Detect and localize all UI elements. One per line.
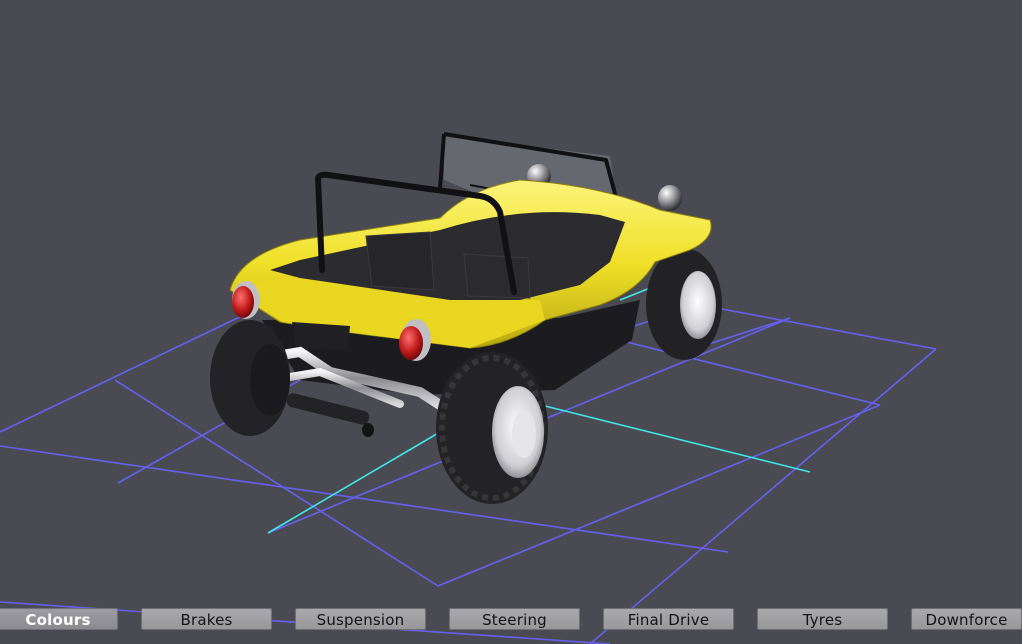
tab-suspension[interactable]: Suspension [295, 608, 426, 630]
tab-downforce[interactable]: Downforce [911, 608, 1022, 630]
3d-viewport[interactable] [0, 0, 1022, 644]
rear-right-wheel [646, 248, 722, 360]
front-left-wheel [436, 352, 548, 504]
mirror-right [658, 185, 682, 211]
dune-buggy-model[interactable] [210, 132, 722, 504]
tab-brakes[interactable]: Brakes [141, 608, 272, 630]
rear-left-wheel [210, 320, 290, 436]
settings-tab-bar: Colours Brakes Suspension Steering Final… [0, 608, 1022, 632]
tab-colours[interactable]: Colours [0, 608, 118, 630]
tab-tyres[interactable]: Tyres [757, 608, 888, 630]
tab-final-drive[interactable]: Final Drive [603, 608, 734, 630]
tab-steering[interactable]: Steering [449, 608, 580, 630]
